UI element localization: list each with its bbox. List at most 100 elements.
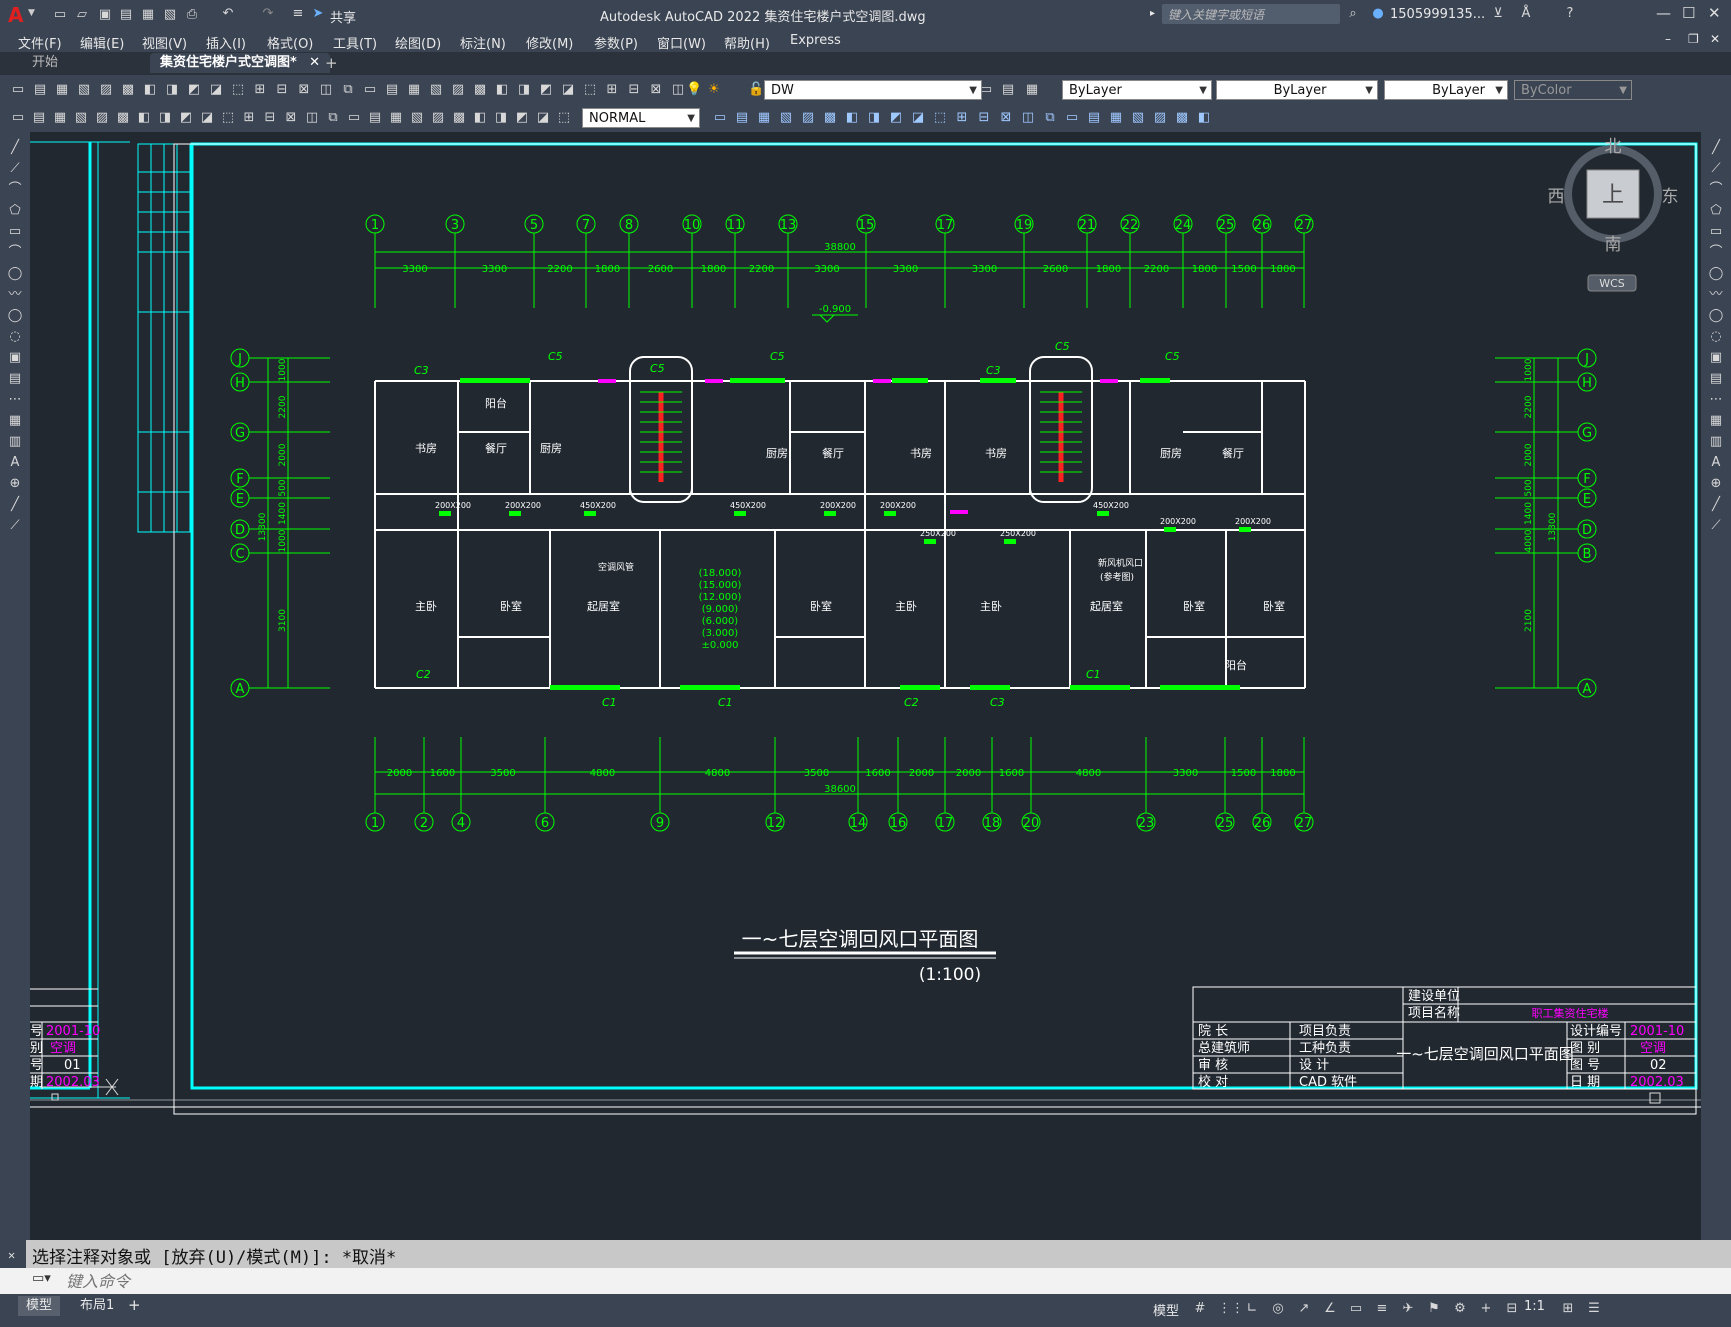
menu-format[interactable]: 格式(O) (267, 33, 313, 52)
status-toggle-9-icon[interactable]: ✈ (1400, 1301, 1416, 1317)
draw-tool-15-icon[interactable]: ▥ (7, 434, 23, 450)
dim-tool-20-icon[interactable]: ▧ (409, 110, 425, 126)
dim-tool-6-icon[interactable]: ▩ (115, 110, 131, 126)
close-icon[interactable]: ✕ (1708, 4, 1721, 22)
status-toggle-14-icon[interactable]: ⊞ (1560, 1301, 1576, 1317)
standard-tool-15-icon[interactable]: ◫ (318, 82, 334, 98)
linetype-dropdown[interactable]: ByLayer ▼ (1216, 80, 1378, 100)
standard-tool-30-icon[interactable]: ⊠ (648, 82, 664, 98)
viewcube-east[interactable]: 东 (1662, 187, 1679, 207)
model-space-button[interactable]: 模型 (1153, 1300, 1179, 1319)
autodesk-app-icon[interactable]: Å (1518, 6, 1534, 22)
dim-tool-13-icon[interactable]: ⊟ (262, 110, 278, 126)
status-toggle-4-icon[interactable]: ◎ (1270, 1301, 1286, 1317)
add-layout-icon[interactable]: + (128, 1296, 141, 1314)
modify-tool-14-icon[interactable]: ⊠ (998, 110, 1014, 126)
dim-tool-4-icon[interactable]: ▧ (73, 110, 89, 126)
draw-tool-1-icon[interactable]: ╱ (7, 140, 23, 156)
new-tab-icon[interactable]: + (325, 54, 338, 72)
modify-palette-tool-16-icon[interactable]: A (1708, 455, 1724, 471)
standard-tool-10-icon[interactable]: ◪ (208, 82, 224, 98)
modify-palette-tool-10-icon[interactable]: ◌ (1708, 329, 1724, 345)
modify-tool-9-icon[interactable]: ◩ (888, 110, 904, 126)
modify-tool-19-icon[interactable]: ▦ (1108, 110, 1124, 126)
layer-freeze-icon[interactable]: ☀ (706, 82, 722, 98)
modify-palette-tool-9-icon[interactable]: ◯ (1708, 308, 1724, 324)
standard-tool-24-icon[interactable]: ◨ (516, 82, 532, 98)
quick-access-menu-icon[interactable]: ≡ (290, 6, 306, 22)
menu-tools[interactable]: 工具(T) (333, 33, 377, 52)
modify-tool-3-icon[interactable]: ▦ (756, 110, 772, 126)
modify-tool-20-icon[interactable]: ▧ (1130, 110, 1146, 126)
modify-palette-tool-4-icon[interactable]: ⬠ (1708, 203, 1724, 219)
layer-tool-3-icon[interactable]: ▦ (1024, 82, 1040, 98)
draw-tool-14-icon[interactable]: ▦ (7, 413, 23, 429)
dim-tool-19-icon[interactable]: ▦ (388, 110, 404, 126)
draw-tool-7-icon[interactable]: ◯ (7, 266, 23, 282)
draw-tool-9-icon[interactable]: ◯ (7, 308, 23, 324)
status-toggle-7-icon[interactable]: ▭ (1348, 1301, 1364, 1317)
new-file-icon[interactable]: ▭ (52, 7, 68, 23)
status-toggle-15-icon[interactable]: ☰ (1586, 1301, 1602, 1317)
modify-tool-4-icon[interactable]: ▧ (778, 110, 794, 126)
modify-tool-15-icon[interactable]: ◫ (1020, 110, 1036, 126)
menu-window[interactable]: 窗口(W) (657, 33, 706, 52)
standard-tool-29-icon[interactable]: ⊟ (626, 82, 642, 98)
color-dropdown[interactable]: ByLayer ▼ (1062, 80, 1212, 100)
modify-palette-tool-6-icon[interactable]: ⌒ (1708, 245, 1724, 261)
search-box[interactable]: 键入关键字或短语 (1162, 4, 1340, 24)
user-name[interactable]: 1505999135... (1390, 7, 1485, 22)
dim-tool-24-icon[interactable]: ◨ (493, 110, 509, 126)
standard-tool-18-icon[interactable]: ▤ (384, 82, 400, 98)
modify-tool-8-icon[interactable]: ◨ (866, 110, 882, 126)
modify-palette-tool-1-icon[interactable]: ╱ (1708, 140, 1724, 156)
dim-tool-14-icon[interactable]: ⊠ (283, 110, 299, 126)
menu-draw[interactable]: 绘图(D) (395, 33, 441, 52)
modify-palette-tool-3-icon[interactable]: ⌒ (1708, 182, 1724, 198)
menu-file[interactable]: 文件(F) (18, 33, 62, 52)
dim-tool-10-icon[interactable]: ◪ (199, 110, 215, 126)
layer-lock-icon[interactable]: 🔓 (748, 82, 764, 98)
draw-tool-12-icon[interactable]: ▤ (7, 371, 23, 387)
modify-palette-tool-17-icon[interactable]: ⊕ (1708, 476, 1724, 492)
annotation-scale[interactable]: 1:1 (1524, 1299, 1545, 1314)
modify-tool-11-icon[interactable]: ⬚ (932, 110, 948, 126)
drawing-canvas[interactable]: 上 北 南 东 西 WCS 1 3 5 7 8 10 11 13 15 17 19 21 22 24 25 2… (30, 132, 1701, 1240)
layer-tool-2-icon[interactable]: ▤ (1000, 82, 1016, 98)
command-prompt-icon[interactable]: ▭▾ (32, 1271, 51, 1286)
wcs-button[interactable]: WCS (1599, 277, 1625, 290)
draw-tool-18-icon[interactable]: ╱ (7, 497, 23, 513)
standard-tool-6-icon[interactable]: ▩ (120, 82, 136, 98)
menu-help[interactable]: 帮助(H) (724, 33, 770, 52)
tab-model[interactable]: 模型 (18, 1296, 61, 1316)
share-button[interactable]: 共享 (330, 7, 356, 26)
standard-tool-9-icon[interactable]: ◩ (186, 82, 202, 98)
draw-tool-6-icon[interactable]: ⌒ (7, 245, 23, 261)
standard-tool-7-icon[interactable]: ◧ (142, 82, 158, 98)
standard-tool-4-icon[interactable]: ▧ (76, 82, 92, 98)
status-toggle-12-icon[interactable]: + (1478, 1301, 1494, 1317)
dim-tool-16-icon[interactable]: ⧉ (325, 110, 341, 126)
standard-tool-21-icon[interactable]: ▨ (450, 82, 466, 98)
viewcube-west[interactable]: 西 (1548, 187, 1565, 207)
search-icon[interactable]: ⌕ (1345, 6, 1361, 22)
viewcube-south[interactable]: 南 (1605, 235, 1622, 255)
tab-drawing[interactable]: 集资住宅楼户式空调图* ✕ (150, 53, 330, 73)
redo-icon[interactable]: ↷ (260, 6, 276, 22)
status-toggle-6-icon[interactable]: ∠ (1322, 1301, 1338, 1317)
modify-tool-22-icon[interactable]: ▩ (1174, 110, 1190, 126)
status-toggle-13-icon[interactable]: ⊟ (1504, 1301, 1520, 1317)
modify-tool-21-icon[interactable]: ▨ (1152, 110, 1168, 126)
standard-tool-23-icon[interactable]: ◧ (494, 82, 510, 98)
save-as-icon[interactable]: ▤ (118, 7, 134, 23)
modify-tool-18-icon[interactable]: ▤ (1086, 110, 1102, 126)
modify-palette-tool-5-icon[interactable]: ▭ (1708, 224, 1724, 240)
layer-on-icon[interactable]: 💡 (686, 82, 702, 98)
draw-tool-5-icon[interactable]: ▭ (7, 224, 23, 240)
viewcube[interactable]: 上 北 南 东 西 WCS (1548, 137, 1679, 292)
standard-tool-3-icon[interactable]: ▦ (54, 82, 70, 98)
dim-tool-7-icon[interactable]: ◧ (136, 110, 152, 126)
standard-tool-19-icon[interactable]: ▦ (406, 82, 422, 98)
modify-tool-13-icon[interactable]: ⊟ (976, 110, 992, 126)
menu-view[interactable]: 视图(V) (142, 33, 187, 52)
